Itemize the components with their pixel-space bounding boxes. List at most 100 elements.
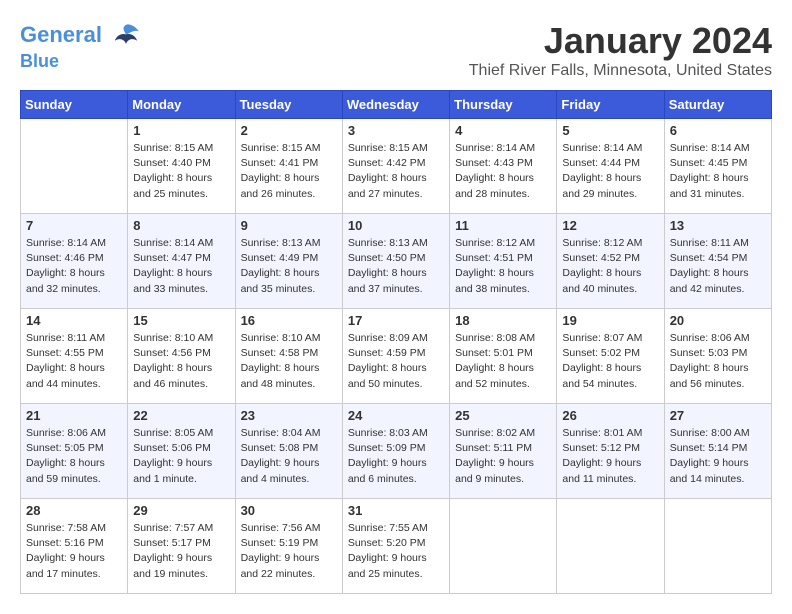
cell-info: Sunrise: 8:07 AMSunset: 5:02 PMDaylight:…	[562, 331, 658, 392]
day-number: 23	[241, 408, 337, 423]
sunrise-text: Sunrise: 7:56 AM	[241, 521, 337, 536]
day-number: 31	[348, 503, 444, 518]
day-header-wednesday: Wednesday	[342, 91, 449, 119]
sunrise-text: Sunrise: 8:03 AM	[348, 426, 444, 441]
day-header-saturday: Saturday	[664, 91, 771, 119]
day-number: 27	[670, 408, 766, 423]
cell-info: Sunrise: 8:10 AMSunset: 4:58 PMDaylight:…	[241, 331, 337, 392]
sunrise-text: Sunrise: 8:02 AM	[455, 426, 551, 441]
calendar-cell: 7Sunrise: 8:14 AMSunset: 4:46 PMDaylight…	[21, 214, 128, 309]
cell-info: Sunrise: 8:00 AMSunset: 5:14 PMDaylight:…	[670, 426, 766, 487]
daylight-text: Daylight: 8 hours and 52 minutes.	[455, 361, 551, 391]
month-title: January 2024	[469, 20, 772, 62]
cell-info: Sunrise: 8:06 AMSunset: 5:05 PMDaylight:…	[26, 426, 122, 487]
sunrise-text: Sunrise: 8:14 AM	[26, 236, 122, 251]
day-number: 24	[348, 408, 444, 423]
day-number: 8	[133, 218, 229, 233]
day-number: 28	[26, 503, 122, 518]
day-number: 2	[241, 123, 337, 138]
location: Thief River Falls, Minnesota, United Sta…	[469, 62, 772, 80]
calendar-week-3: 14 Sunrise: 8:11 AMSunset: 4:55 PMDayligh…	[21, 309, 772, 404]
sunrise-text: Sunrise: 8:12 AM	[455, 236, 551, 251]
day-number: 10	[348, 218, 444, 233]
day-number: 14	[26, 313, 122, 328]
calendar-cell: 26Sunrise: 8:01 AMSunset: 5:12 PMDayligh…	[557, 404, 664, 499]
sunset-text: Sunset: 4:41 PM	[241, 156, 337, 171]
calendar-week-4: 21Sunrise: 8:06 AMSunset: 5:05 PMDayligh…	[21, 404, 772, 499]
sunset-text: Sunset: 4:58 PM	[241, 346, 337, 361]
cell-info: Sunrise: 8:14 AMSunset: 4:47 PMDaylight:…	[133, 236, 229, 297]
sunset-text: Sunset: 4:52 PM	[562, 251, 658, 266]
logo: General Blue	[20, 20, 142, 72]
daylight-text: Daylight: 8 hours and 59 minutes.	[26, 456, 122, 486]
sunrise-text: Sunrise: 8:00 AM	[670, 426, 766, 441]
day-number: 19	[562, 313, 658, 328]
calendar-cell	[21, 119, 128, 214]
page-header: General Blue January 2024 Thief River Fa…	[20, 20, 772, 80]
calendar-cell: 11Sunrise: 8:12 AMSunset: 4:51 PMDayligh…	[450, 214, 557, 309]
day-number: 25	[455, 408, 551, 423]
calendar-cell: 2 Sunrise: 8:15 AMSunset: 4:41 PMDaylight…	[235, 119, 342, 214]
daylight-text: Daylight: 8 hours and 44 minutes.	[26, 361, 122, 391]
day-number: 3	[348, 123, 444, 138]
cell-info: Sunrise: 8:15 AMSunset: 4:41 PMDaylight:…	[241, 141, 337, 202]
calendar-cell: 19 Sunrise: 8:07 AMSunset: 5:02 PMDayligh…	[557, 309, 664, 404]
sunset-text: Sunset: 5:05 PM	[26, 441, 122, 456]
sunset-text: Sunset: 5:17 PM	[133, 536, 229, 551]
calendar-cell: 3Sunrise: 8:15 AMSunset: 4:42 PMDaylight…	[342, 119, 449, 214]
calendar-cell: 23Sunrise: 8:04 AMSunset: 5:08 PMDayligh…	[235, 404, 342, 499]
sunset-text: Sunset: 5:11 PM	[455, 441, 551, 456]
sunset-text: Sunset: 4:49 PM	[241, 251, 337, 266]
sunset-text: Sunset: 5:16 PM	[26, 536, 122, 551]
sunset-text: Sunset: 5:19 PM	[241, 536, 337, 551]
logo-line2: Blue	[20, 52, 142, 72]
sunset-text: Sunset: 5:01 PM	[455, 346, 551, 361]
calendar-cell: 18Sunrise: 8:08 AMSunset: 5:01 PMDayligh…	[450, 309, 557, 404]
day-header-monday: Monday	[128, 91, 235, 119]
day-number: 26	[562, 408, 658, 423]
calendar-cell: 1Sunrise: 8:15 AMSunset: 4:40 PMDaylight…	[128, 119, 235, 214]
day-number: 21	[26, 408, 122, 423]
calendar-cell: 30Sunrise: 7:56 AMSunset: 5:19 PMDayligh…	[235, 499, 342, 594]
calendar-cell: 15Sunrise: 8:10 AMSunset: 4:56 PMDayligh…	[128, 309, 235, 404]
calendar-cell: 13Sunrise: 8:11 AMSunset: 4:54 PMDayligh…	[664, 214, 771, 309]
cell-info: Sunrise: 8:11 AMSunset: 4:54 PMDaylight:…	[670, 236, 766, 297]
calendar-cell: 14 Sunrise: 8:11 AMSunset: 4:55 PMDayligh…	[21, 309, 128, 404]
sunset-text: Sunset: 4:46 PM	[26, 251, 122, 266]
sunset-text: Sunset: 5:12 PM	[562, 441, 658, 456]
sunrise-text: Sunrise: 8:13 AM	[241, 236, 337, 251]
cell-info: Sunrise: 8:14 AMSunset: 4:43 PMDaylight:…	[455, 141, 551, 202]
daylight-text: Daylight: 8 hours and 37 minutes.	[348, 266, 444, 296]
cell-info: Sunrise: 8:11 AMSunset: 4:55 PMDaylight:…	[26, 331, 122, 392]
daylight-text: Daylight: 9 hours and 22 minutes.	[241, 551, 337, 581]
sunrise-text: Sunrise: 8:14 AM	[562, 141, 658, 156]
sunrise-text: Sunrise: 8:14 AM	[455, 141, 551, 156]
calendar-cell: 31Sunrise: 7:55 AMSunset: 5:20 PMDayligh…	[342, 499, 449, 594]
sunset-text: Sunset: 4:42 PM	[348, 156, 444, 171]
daylight-text: Daylight: 9 hours and 11 minutes.	[562, 456, 658, 486]
calendar-cell	[557, 499, 664, 594]
day-number: 11	[455, 218, 551, 233]
sunrise-text: Sunrise: 8:04 AM	[241, 426, 337, 441]
sunrise-text: Sunrise: 8:05 AM	[133, 426, 229, 441]
sunrise-text: Sunrise: 8:11 AM	[26, 331, 122, 346]
day-number: 12	[562, 218, 658, 233]
cell-info: Sunrise: 8:13 AMSunset: 4:50 PMDaylight:…	[348, 236, 444, 297]
sunrise-text: Sunrise: 8:06 AM	[26, 426, 122, 441]
daylight-text: Daylight: 8 hours and 26 minutes.	[241, 171, 337, 201]
cell-info: Sunrise: 8:02 AMSunset: 5:11 PMDaylight:…	[455, 426, 551, 487]
daylight-text: Daylight: 8 hours and 42 minutes.	[670, 266, 766, 296]
sunset-text: Sunset: 4:59 PM	[348, 346, 444, 361]
daylight-text: Daylight: 8 hours and 38 minutes.	[455, 266, 551, 296]
day-number: 1	[133, 123, 229, 138]
calendar-cell: 21 Sunrise: 8:06 AMSunset: 5:05 PMDayligh…	[21, 404, 128, 499]
day-header-tuesday: Tuesday	[235, 91, 342, 119]
sunset-text: Sunset: 4:56 PM	[133, 346, 229, 361]
day-number: 22	[133, 408, 229, 423]
calendar-body: 1Sunrise: 8:15 AMSunset: 4:40 PMDaylight…	[21, 119, 772, 594]
calendar-table: SundayMondayTuesdayWednesdayThursdayFrid…	[20, 90, 772, 594]
sunset-text: Sunset: 5:02 PM	[562, 346, 658, 361]
sunset-text: Sunset: 4:47 PM	[133, 251, 229, 266]
calendar-week-2: 7Sunrise: 8:14 AMSunset: 4:46 PMDaylight…	[21, 214, 772, 309]
daylight-text: Daylight: 8 hours and 54 minutes.	[562, 361, 658, 391]
